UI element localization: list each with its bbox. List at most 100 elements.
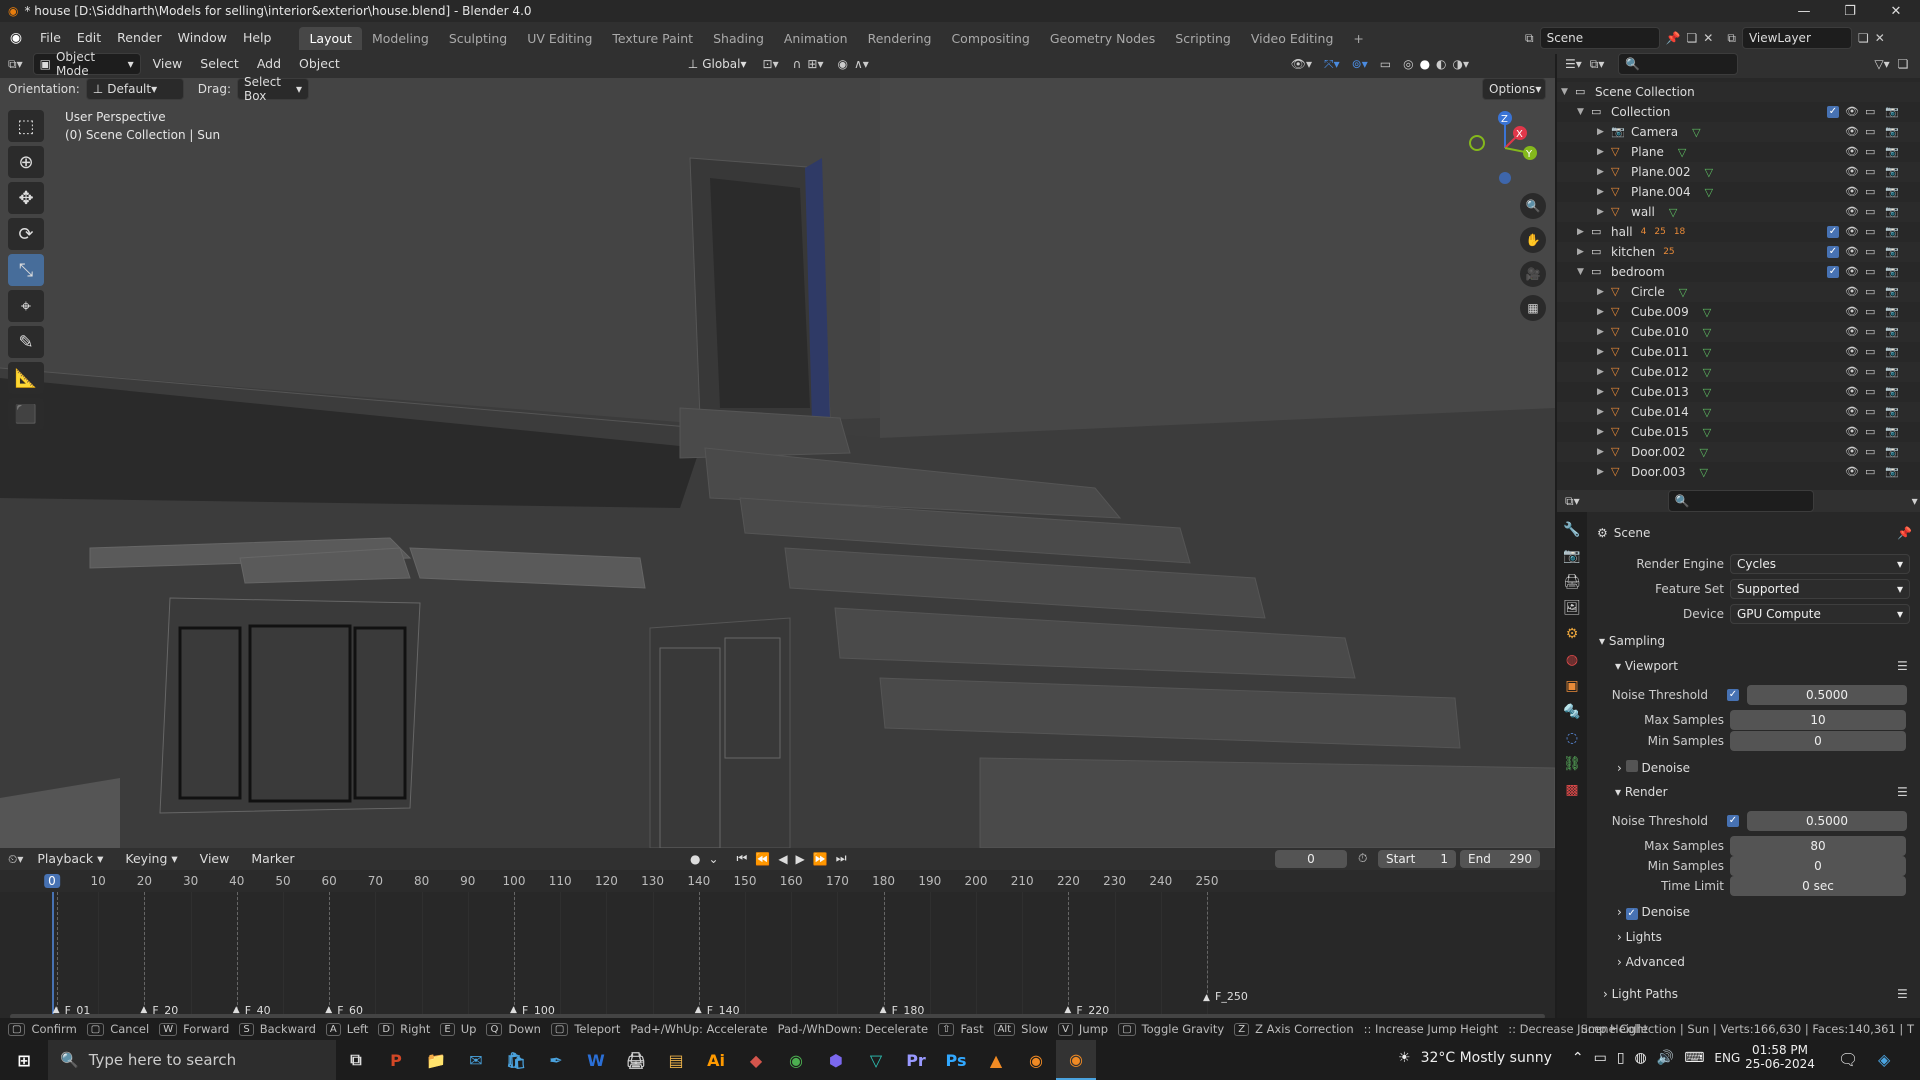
substance-app-icon[interactable]: ◆: [736, 1040, 776, 1080]
eye-visibility-icon[interactable]: 👁: [1845, 285, 1859, 298]
copilot-icon[interactable]: ◈: [1878, 1050, 1890, 1069]
falloff-icon[interactable]: ∧▾: [854, 57, 869, 71]
scene-selector-icon[interactable]: ⧉: [1525, 31, 1534, 46]
render-min-samples-field[interactable]: 0: [1730, 856, 1906, 876]
exclude-checkbox[interactable]: ✓: [1827, 226, 1839, 238]
expand-right-icon[interactable]: ▶: [1597, 167, 1611, 177]
viewport-display-icon[interactable]: ▭: [1865, 125, 1875, 138]
viewport-display-icon[interactable]: ▭: [1865, 425, 1875, 438]
outliner-row[interactable]: ▶ ▽ Cube.014 ▽ 👁 ▭ 📷: [1557, 402, 1920, 422]
eye-visibility-icon[interactable]: 👁: [1845, 185, 1859, 198]
expand-right-icon[interactable]: ▶: [1597, 187, 1611, 197]
viewport-display-icon[interactable]: ▭: [1865, 285, 1875, 298]
viewport-menu-select[interactable]: Select: [194, 50, 245, 78]
eye-visibility-icon[interactable]: 👁: [1845, 225, 1859, 238]
constraint-tab-icon[interactable]: ⛓: [1563, 756, 1581, 772]
render-noise-threshold-checkbox[interactable]: ✓: [1727, 815, 1739, 827]
render-camera-icon[interactable]: 📷: [1885, 405, 1899, 418]
timeline-menu-playback[interactable]: Playback ▾: [29, 848, 111, 870]
view-layer-field[interactable]: ViewLayer: [1741, 27, 1852, 49]
expand-down-icon[interactable]: ▼: [1577, 107, 1591, 117]
outliner-row[interactable]: ▶ ▽ Cube.009 ▽ 👁 ▭ 📷: [1557, 302, 1920, 322]
expand-right-icon[interactable]: ▶: [1577, 247, 1591, 257]
move-tool-icon[interactable]: ✥: [8, 182, 44, 214]
new-view-layer-icon[interactable]: ❏: [1858, 31, 1869, 45]
eye-visibility-icon[interactable]: 👁: [1845, 405, 1859, 418]
scene-tab-icon[interactable]: ⚙: [1566, 626, 1579, 642]
windows-start-icon[interactable]: ⊞: [0, 1040, 48, 1080]
eye-visibility-icon[interactable]: 👁: [1845, 425, 1859, 438]
viewport-display-icon[interactable]: ▭: [1865, 265, 1875, 278]
tab-layout[interactable]: Layout: [299, 27, 362, 51]
transform-tool-icon[interactable]: ⌖: [8, 290, 44, 322]
marker-label[interactable]: F_250: [1215, 990, 1248, 1003]
list-icon[interactable]: ☰: [1897, 659, 1908, 673]
mesh-data-icon[interactable]: ▽: [1703, 326, 1711, 339]
expand-right-icon[interactable]: ▶: [1597, 127, 1611, 137]
overlay-toggle-icon[interactable]: ⊚▾: [1352, 57, 1368, 71]
render-camera-icon[interactable]: 📷: [1885, 465, 1899, 478]
outliner-row[interactable]: ▶ ▽ Circle ▽ 👁 ▭ 📷: [1557, 282, 1920, 302]
illustrator-app-icon[interactable]: Ai: [696, 1040, 736, 1080]
viewport-display-icon[interactable]: ▭: [1865, 245, 1875, 258]
eye-visibility-icon[interactable]: 👁: [1845, 265, 1859, 278]
list-icon[interactable]: ☰: [1897, 785, 1908, 799]
render-camera-icon[interactable]: 📷: [1885, 205, 1899, 218]
pin-icon[interactable]: 📌: [1897, 526, 1912, 540]
3d-viewport[interactable]: User Perspective (0) Scene Collection | …: [0, 78, 1555, 848]
exclude-checkbox[interactable]: ✓: [1827, 246, 1839, 258]
outliner-editor-type-icon[interactable]: ☰▾: [1565, 57, 1582, 71]
volume-icon[interactable]: 🔊: [1657, 1050, 1674, 1066]
viewport-menu-object[interactable]: Object: [293, 50, 346, 78]
measure-tool-icon[interactable]: 📐: [8, 362, 44, 394]
viewport-denoise-subpanel[interactable]: › Denoise: [1617, 760, 1690, 775]
show-hidden-icons-icon[interactable]: ⌃: [1572, 1050, 1584, 1066]
snap-magnet-icon[interactable]: ∩: [793, 57, 802, 71]
rotate-tool-icon[interactable]: ⟳: [8, 218, 44, 250]
viewport-noise-threshold-checkbox[interactable]: ✓: [1727, 689, 1739, 701]
mesh-data-icon[interactable]: ▽: [1703, 406, 1711, 419]
eye-visibility-icon[interactable]: 👁: [1845, 125, 1859, 138]
viewport-display-icon[interactable]: ▭: [1865, 405, 1875, 418]
expand-right-icon[interactable]: ▶: [1577, 227, 1591, 237]
camera-view-icon[interactable]: 🎥: [1520, 261, 1546, 287]
child-count-badge[interactable]: 18: [1674, 227, 1685, 237]
expand-right-icon[interactable]: ▶: [1597, 327, 1611, 337]
new-scene-icon[interactable]: ❏: [1687, 31, 1698, 45]
render-camera-icon[interactable]: 📷: [1885, 285, 1899, 298]
mesh-data-icon[interactable]: ▽: [1703, 306, 1711, 319]
visibility-filter-icon[interactable]: 👁▾: [1291, 57, 1312, 71]
eye-visibility-icon[interactable]: 👁: [1845, 105, 1859, 118]
outliner-display-mode-icon[interactable]: ⧉▾: [1590, 57, 1605, 72]
rendered-shading-icon[interactable]: ◑▾: [1453, 57, 1470, 71]
mesh-data-icon[interactable]: ▽: [1699, 446, 1707, 459]
expand-right-icon[interactable]: ▶: [1597, 367, 1611, 377]
viewport-menu-view[interactable]: View: [147, 50, 189, 78]
word-app-icon[interactable]: W: [576, 1040, 616, 1080]
mesh-data-icon[interactable]: ▽: [1678, 146, 1686, 159]
cursor-tool-icon[interactable]: ⊕: [8, 146, 44, 178]
mail-app-icon[interactable]: ✉: [456, 1040, 496, 1080]
file-explorer-app-icon[interactable]: 📁: [416, 1040, 456, 1080]
render-camera-icon[interactable]: 📷: [1885, 145, 1899, 158]
add-cube-tool-icon[interactable]: ⬛: [8, 398, 44, 430]
device-dropdown[interactable]: GPU Compute ▾: [1730, 604, 1910, 624]
tab-sculpting[interactable]: Sculpting: [439, 27, 517, 51]
tab-video-editing[interactable]: Video Editing: [1241, 27, 1344, 51]
powerpoint-app-icon[interactable]: P: [376, 1040, 416, 1080]
expand-right-icon[interactable]: ▶: [1597, 447, 1611, 457]
expand-down-icon[interactable]: ▼: [1577, 267, 1591, 277]
child-count-badge[interactable]: 4: [1641, 227, 1647, 237]
tab-uv-editing[interactable]: UV Editing: [517, 27, 602, 51]
eye-visibility-icon[interactable]: 👁: [1845, 145, 1859, 158]
jump-keyframe-back-icon[interactable]: ⏪: [755, 852, 770, 866]
lights-subpanel[interactable]: › Lights: [1617, 930, 1662, 944]
outliner-row[interactable]: ▶ 📷 Camera ▽ 👁 ▭ 📷: [1557, 122, 1920, 142]
blender-app-icon[interactable]: ◉: [1016, 1040, 1056, 1080]
expand-right-icon[interactable]: ▶: [1597, 387, 1611, 397]
tab-shading[interactable]: Shading: [703, 27, 774, 51]
timeline-menu-view[interactable]: View: [192, 848, 238, 870]
meet-now-icon[interactable]: ▭: [1594, 1050, 1607, 1066]
playhead-line[interactable]: [52, 892, 54, 1020]
expand-right-icon[interactable]: ▶: [1597, 287, 1611, 297]
